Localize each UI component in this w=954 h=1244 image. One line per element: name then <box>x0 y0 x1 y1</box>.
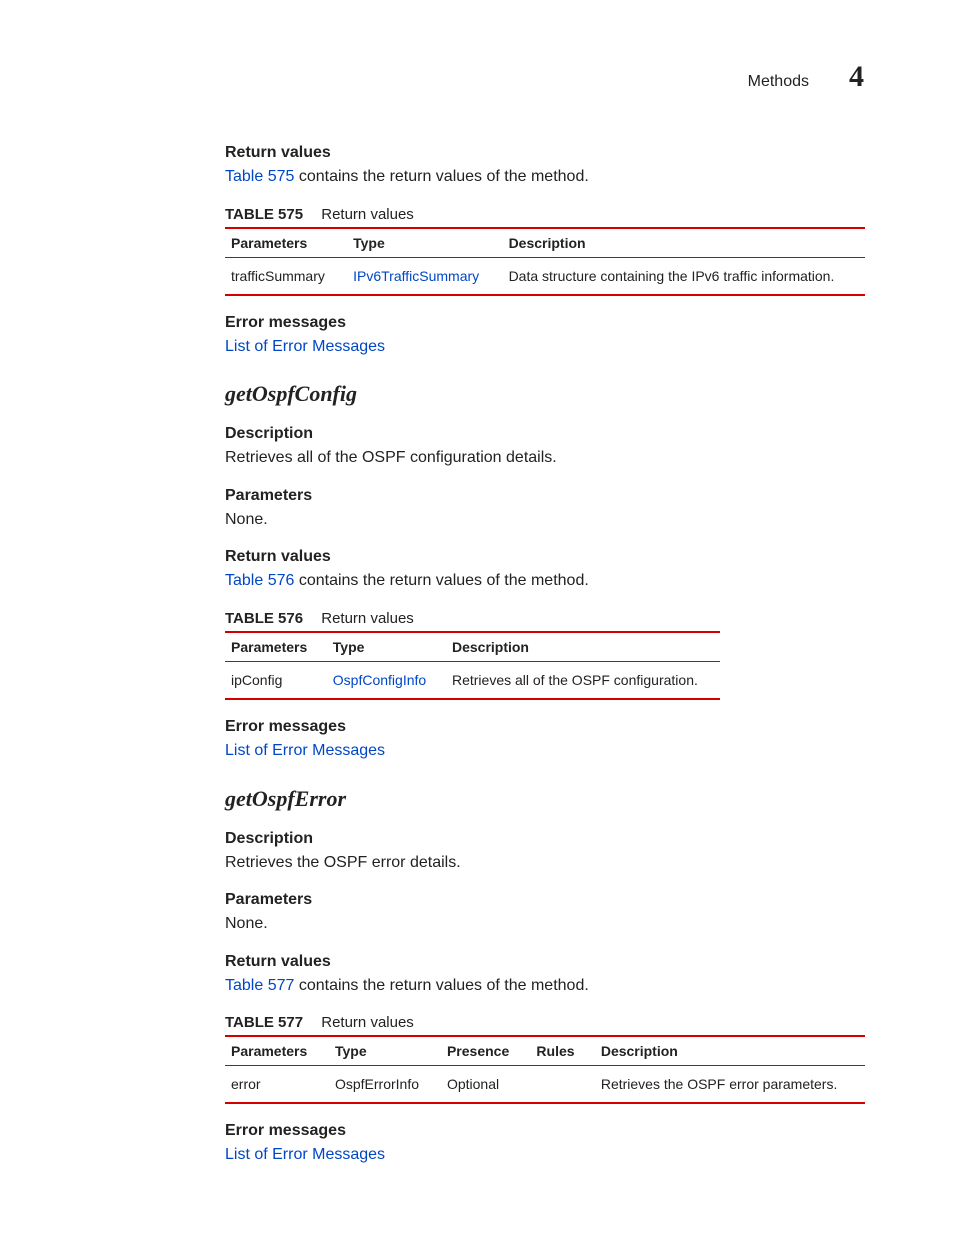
table-label: TABLE 575 <box>225 206 303 223</box>
table-link-577[interactable]: Table 577 <box>225 977 294 994</box>
description-block-2: Description Retrieves the OSPF error det… <box>225 830 864 874</box>
error-messages-heading: Error messages <box>225 1122 864 1140</box>
table-row: trafficSummary IPv6TrafficSummary Data s… <box>225 257 865 295</box>
cell-rules <box>530 1066 594 1104</box>
cell-param: trafficSummary <box>225 257 347 295</box>
col-description: Description <box>446 632 720 662</box>
table-576: Parameters Type Description ipConfig Osp… <box>225 631 720 700</box>
cell-presence: Optional <box>441 1066 530 1104</box>
description-text: Retrieves the OSPF error details. <box>225 852 864 874</box>
description-text: Retrieves all of the OSPF configuration … <box>225 447 864 469</box>
col-rules: Rules <box>530 1036 594 1066</box>
col-parameters: Parameters <box>225 632 327 662</box>
error-messages-block-3: Error messages List of Error Messages <box>225 1122 864 1166</box>
table-577: Parameters Type Presence Rules Descripti… <box>225 1035 865 1104</box>
table-header-row: Parameters Type Presence Rules Descripti… <box>225 1036 865 1066</box>
table-caption-575: TABLE 575 Return values <box>225 206 864 223</box>
col-type: Type <box>329 1036 441 1066</box>
col-description: Description <box>595 1036 865 1066</box>
parameters-text: None. <box>225 509 864 531</box>
cell-desc: Retrieves all of the OSPF configuration. <box>446 661 720 699</box>
table-header-row: Parameters Type Description <box>225 228 865 258</box>
cell-desc: Retrieves the OSPF error parameters. <box>595 1066 865 1104</box>
table-label: TABLE 577 <box>225 1014 303 1031</box>
return-values-text: Table 576 contains the return values of … <box>225 570 864 592</box>
return-values-heading: Return values <box>225 953 864 971</box>
error-messages-heading: Error messages <box>225 718 864 736</box>
parameters-heading: Parameters <box>225 891 864 909</box>
error-messages-block-2: Error messages List of Error Messages <box>225 718 864 762</box>
return-values-block-575: Return values Table 575 contains the ret… <box>225 144 864 188</box>
parameters-heading: Parameters <box>225 487 864 505</box>
return-values-text: Table 577 contains the return values of … <box>225 975 864 997</box>
parameters-block-1: Parameters None. <box>225 487 864 531</box>
table-575: Parameters Type Description trafficSumma… <box>225 227 865 296</box>
table-title: Return values <box>321 610 414 627</box>
return-values-heading: Return values <box>225 144 864 162</box>
description-heading: Description <box>225 425 864 443</box>
table-caption-576: TABLE 576 Return values <box>225 610 864 627</box>
description-heading: Description <box>225 830 864 848</box>
method-heading-getospferror: getOspfError <box>225 786 864 812</box>
parameters-text: None. <box>225 913 864 935</box>
col-parameters: Parameters <box>225 228 347 258</box>
error-messages-link[interactable]: List of Error Messages <box>225 1146 385 1163</box>
error-messages-block-1: Error messages List of Error Messages <box>225 314 864 358</box>
parameters-block-2: Parameters None. <box>225 891 864 935</box>
header-chapter-number: 4 <box>849 60 864 94</box>
document-page: Methods 4 Return values Table 575 contai… <box>0 0 954 1244</box>
col-type: Type <box>347 228 502 258</box>
col-parameters: Parameters <box>225 1036 329 1066</box>
table-label: TABLE 576 <box>225 610 303 627</box>
table-row: error OspfErrorInfo Optional Retrieves t… <box>225 1066 865 1104</box>
table-row: ipConfig OspfConfigInfo Retrieves all of… <box>225 661 720 699</box>
table-link-575[interactable]: Table 575 <box>225 168 294 185</box>
cell-param: ipConfig <box>225 661 327 699</box>
return-values-heading: Return values <box>225 548 864 566</box>
table-title: Return values <box>321 206 414 223</box>
return-values-tail: contains the return values of the method… <box>294 168 588 185</box>
table-header-row: Parameters Type Description <box>225 632 720 662</box>
return-values-text: Table 575 contains the return values of … <box>225 166 864 188</box>
return-values-block-577: Return values Table 577 contains the ret… <box>225 953 864 997</box>
cell-type-link[interactable]: OspfConfigInfo <box>333 672 426 688</box>
return-values-block-576: Return values Table 576 contains the ret… <box>225 548 864 592</box>
col-type: Type <box>327 632 446 662</box>
cell-type-link[interactable]: IPv6TrafficSummary <box>353 268 479 284</box>
page-header: Methods 4 <box>225 60 864 94</box>
table-caption-577: TABLE 577 Return values <box>225 1014 864 1031</box>
cell-desc: Data structure containing the IPv6 traff… <box>503 257 865 295</box>
table-link-576[interactable]: Table 576 <box>225 572 294 589</box>
return-values-tail: contains the return values of the method… <box>294 977 588 994</box>
table-title: Return values <box>321 1014 414 1031</box>
error-messages-heading: Error messages <box>225 314 864 332</box>
cell-type: OspfErrorInfo <box>329 1066 441 1104</box>
method-heading-getospfconfig: getOspfConfig <box>225 381 864 407</box>
cell-param: error <box>225 1066 329 1104</box>
col-presence: Presence <box>441 1036 530 1066</box>
error-messages-link[interactable]: List of Error Messages <box>225 338 385 355</box>
header-section-name: Methods <box>748 73 809 91</box>
error-messages-link[interactable]: List of Error Messages <box>225 742 385 759</box>
return-values-tail: contains the return values of the method… <box>294 572 588 589</box>
description-block-1: Description Retrieves all of the OSPF co… <box>225 425 864 469</box>
col-description: Description <box>503 228 865 258</box>
